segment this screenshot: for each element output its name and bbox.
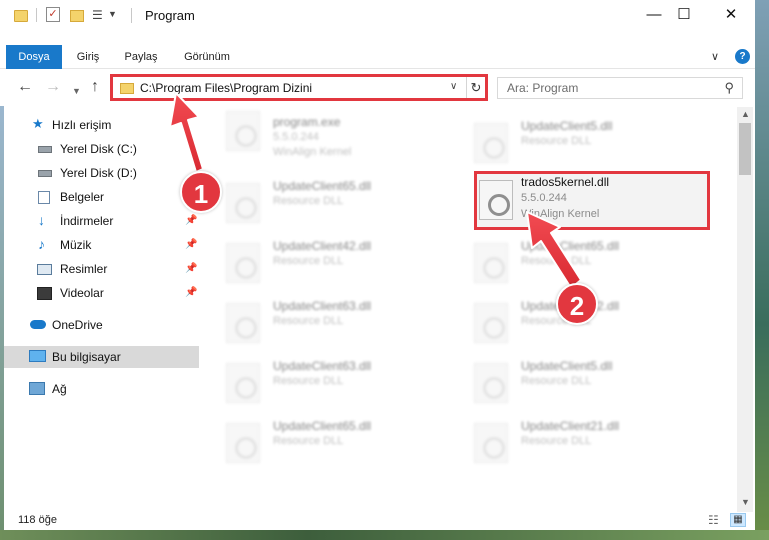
annotation-arrows: [169, 92, 582, 289]
explorer-window: ✓ ☰ ▼ Program — ☐ ✕ Dosya Giriş Paylaş G…: [0, 0, 769, 540]
step-badge-2: 2: [556, 283, 598, 325]
step-badge-1: 1: [180, 171, 222, 213]
arrow-2-icon: [526, 211, 582, 289]
arrow-1-icon: [169, 92, 204, 173]
